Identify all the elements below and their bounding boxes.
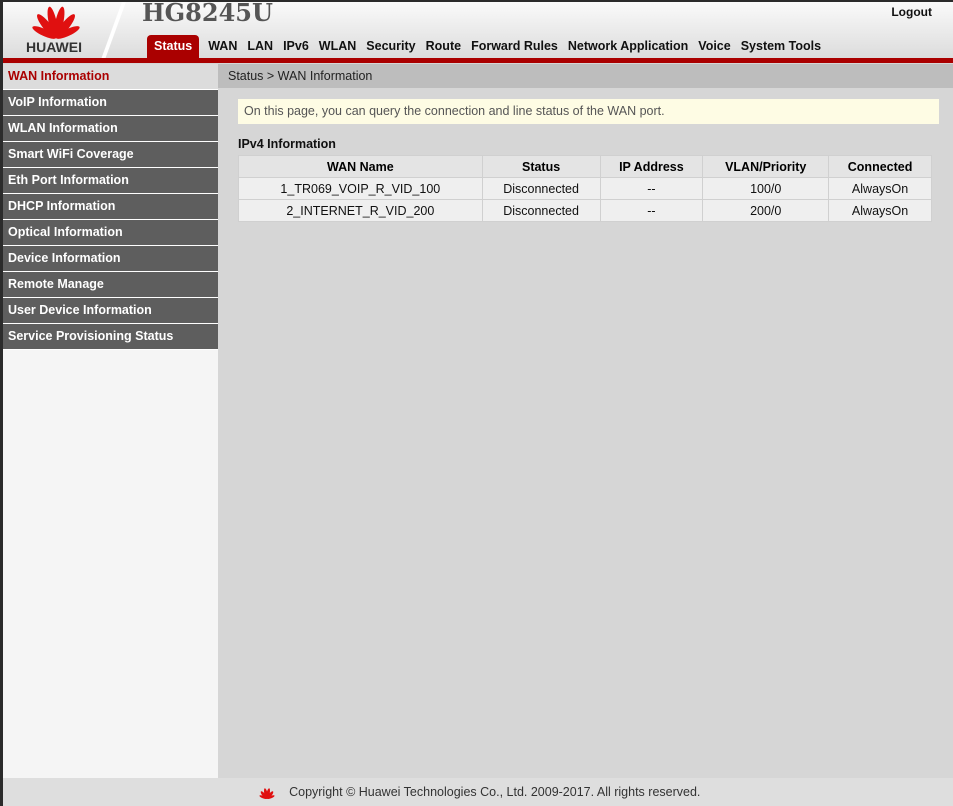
logout-link[interactable]: Logout xyxy=(891,5,932,19)
tab-voice[interactable]: Voice xyxy=(693,35,735,58)
tab-lan[interactable]: LAN xyxy=(242,35,278,58)
sidebar-item-smart-wifi-coverage[interactable]: Smart WiFi Coverage xyxy=(3,142,218,168)
table-row: 2_INTERNET_R_VID_200 Disconnected -- 200/0 A… xyxy=(238,199,932,222)
sidebar-item-device-information[interactable]: Device Information xyxy=(3,246,218,272)
tab-status[interactable]: Status xyxy=(147,35,200,58)
sidebar-item-dhcp-information[interactable]: DHCP Information xyxy=(3,194,218,220)
sidebar-item-wlan-information[interactable]: WLAN Information xyxy=(3,116,218,142)
sidebar-item-wan-information[interactable]: WAN Information xyxy=(3,64,218,90)
column-header: WAN Name xyxy=(238,155,483,178)
table-cell: 1_TR069_VOIP_R_VID_100 xyxy=(238,177,483,200)
huawei-flower-icon xyxy=(259,787,275,799)
section-title: IPv4 Information xyxy=(238,137,336,151)
copyright: Copyright © Huawei Technologies Co., Ltd… xyxy=(289,785,701,799)
tab-security[interactable]: Security xyxy=(361,35,420,58)
breadcrumb: Status > WAN Information xyxy=(218,64,953,88)
column-header: Connected xyxy=(828,155,932,178)
sidebar-item-remote-manage[interactable]: Remote Manage xyxy=(3,272,218,298)
main-nav: Status WAN LAN IPv6 WLAN Security Route Forward… xyxy=(147,35,826,58)
sidebar-item-user-device-information[interactable]: User Device Information xyxy=(3,298,218,324)
nav-underline xyxy=(3,58,953,63)
tab-wlan[interactable]: WLAN xyxy=(314,35,362,58)
table-cell: AlwaysOn xyxy=(828,199,932,222)
huawei-logo: HUAWEI xyxy=(21,2,101,58)
tab-route[interactable]: Route xyxy=(421,35,466,58)
table-cell: 100/0 xyxy=(702,177,830,200)
sidebar-item-eth-port-information[interactable]: Eth Port Information xyxy=(3,168,218,194)
page-description: On this page, you can query the connecti… xyxy=(238,99,939,124)
column-header: VLAN/Priority xyxy=(702,155,830,178)
tab-forward-rules[interactable]: Forward Rules xyxy=(466,35,563,58)
column-header: Status xyxy=(481,155,601,178)
sidebar-item-service-provisioning-status[interactable]: Service Provisioning Status xyxy=(3,324,218,350)
table-cell: -- xyxy=(599,177,704,200)
sidebar-item-optical-information[interactable]: Optical Information xyxy=(3,220,218,246)
tab-ipv6[interactable]: IPv6 xyxy=(278,35,314,58)
tab-network-application[interactable]: Network Application xyxy=(563,35,693,58)
column-header: IP Address xyxy=(599,155,704,178)
table-cell: 200/0 xyxy=(702,199,830,222)
table-cell: Disconnected xyxy=(481,177,601,200)
table-cell: AlwaysOn xyxy=(828,177,932,200)
ipv4-table: WAN Name Status IP Address VLAN/Priority Con… xyxy=(238,155,932,222)
model-name: HG8245U xyxy=(142,0,273,27)
header: HUAWEI HG8245U Logout Status WAN LAN IPv6 WL… xyxy=(3,0,953,62)
huawei-flower-icon xyxy=(32,6,80,39)
table-cell: -- xyxy=(599,199,704,222)
tab-wan[interactable]: WAN xyxy=(203,35,242,58)
divider xyxy=(100,2,126,62)
sidebar-item-voip-information[interactable]: VoIP Information xyxy=(3,90,218,116)
tab-system-tools[interactable]: System Tools xyxy=(736,35,826,58)
table-row: 1_TR069_VOIP_R_VID_100 Disconnected -- 100/… xyxy=(238,177,932,200)
table-cell: 2_INTERNET_R_VID_200 xyxy=(238,199,483,222)
table-cell: Disconnected xyxy=(481,199,601,222)
footer: Copyright © Huawei Technologies Co., Ltd… xyxy=(3,778,953,806)
sidebar: WAN Information VoIP Information WLAN Info… xyxy=(3,64,218,778)
